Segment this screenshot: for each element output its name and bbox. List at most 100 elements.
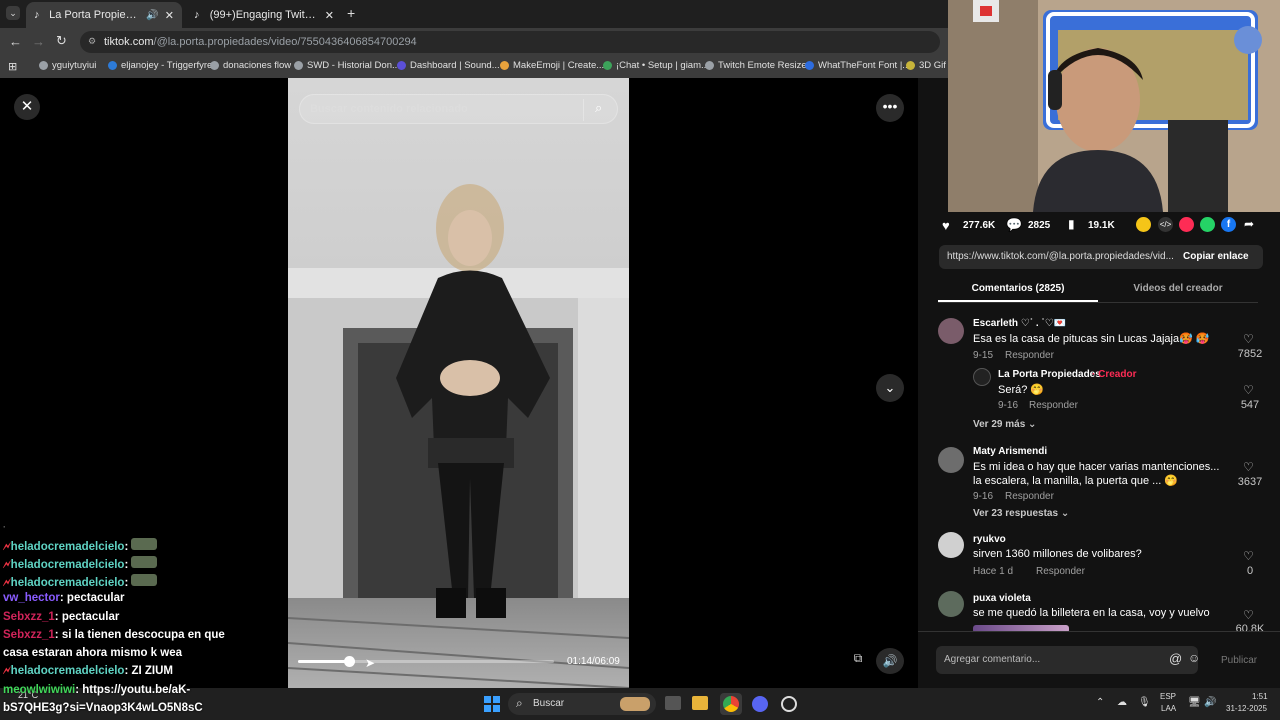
mouse-cursor-icon: ➤: [365, 656, 376, 670]
cloud-icon[interactable]: ☁: [1117, 697, 1127, 708]
bookmark-item[interactable]: MakeEmoji | Create...: [500, 60, 604, 71]
copy-link-button[interactable]: Copiar enlace: [1183, 251, 1249, 262]
tab-title: (99+)Engaging Twitch Clips fro...: [209, 9, 319, 21]
tab-comments[interactable]: Comentarios (2825): [938, 278, 1098, 302]
divider: [938, 302, 1258, 303]
search-icon[interactable]: ⌕: [595, 100, 602, 116]
bookmark-label: SWD - Historial Don...: [307, 60, 400, 71]
avatar[interactable]: [938, 532, 964, 558]
address-bar[interactable]: ⚙ tiktok.com/@la.porta.propiedades/video…: [80, 31, 940, 53]
input-language[interactable]: ESP: [1160, 692, 1176, 701]
new-tab-button[interactable]: +: [347, 5, 355, 21]
chevron-down-icon[interactable]: ⌄: [876, 374, 904, 402]
reply-button[interactable]: Responder: [1005, 491, 1054, 502]
related-search-bar[interactable]: Buscar contenido relacionado ⌕: [299, 94, 618, 124]
coin-icon[interactable]: [1136, 217, 1151, 232]
add-comment-input[interactable]: Agregar comentario... @ ☺: [936, 646, 1200, 674]
chrome-taskbar-button[interactable]: [720, 693, 742, 715]
tab-creator-videos[interactable]: Videos del creador: [1098, 278, 1258, 302]
emote-icon: [131, 538, 158, 550]
comment-author[interactable]: Maty Arismendi: [973, 446, 1047, 457]
volume-icon[interactable]: 🔊: [876, 648, 904, 674]
progress-track[interactable]: [298, 656, 554, 667]
comment-author[interactable]: puxa violeta: [973, 593, 1031, 604]
bookmark-item[interactable]: ¡Chat • Setup | giam...: [603, 60, 709, 71]
heart-icon[interactable]: ♡: [1243, 608, 1254, 622]
bookmark-item[interactable]: yguiytuyiui: [39, 60, 96, 71]
avatar[interactable]: [938, 318, 964, 344]
bookmark-item[interactable]: donaciones flow: [210, 60, 291, 71]
discord-icon[interactable]: [752, 696, 768, 712]
whatsapp-icon[interactable]: [1200, 217, 1215, 232]
chat-message: 🗲heladocremadelcielo: ZI ZIUM: [3, 665, 174, 677]
facebook-icon[interactable]: f: [1221, 217, 1236, 232]
comment-icon[interactable]: 💬: [1006, 217, 1022, 233]
bookmark-item[interactable]: Twitch Emote Resizer: [705, 60, 810, 71]
prime-badge-icon: 🗲: [3, 559, 11, 571]
tab-tiktok[interactable]: ♪ La Porta Propiedades (@la.p... 🔊 ✕: [26, 2, 182, 28]
close-icon[interactable]: ✕: [14, 94, 40, 120]
site-info-icon[interactable]: ⚙: [88, 36, 96, 47]
clock-time[interactable]: 1:51: [1252, 692, 1268, 701]
emote-icon: [131, 574, 158, 586]
avatar[interactable]: [938, 591, 964, 617]
post-comment-button[interactable]: Publicar: [1221, 655, 1257, 666]
taskbar-search[interactable]: ⌕ Buscar: [508, 693, 656, 715]
bookmark-icon[interactable]: ▮: [1068, 217, 1075, 231]
mention-icon[interactable]: @: [1169, 651, 1182, 666]
heart-icon[interactable]: ♥: [942, 218, 950, 233]
tab-search-button[interactable]: ⌄: [6, 6, 20, 20]
heart-icon[interactable]: ♡: [1243, 383, 1254, 397]
send-icon[interactable]: [1179, 217, 1194, 232]
windows-start-icon[interactable]: [484, 696, 500, 712]
file-explorer-icon[interactable]: [692, 696, 708, 710]
view-more-replies[interactable]: Ver 29 más ⌄: [973, 419, 1036, 430]
chat-header: ·: [3, 522, 6, 532]
video-player[interactable]: Buscar contenido relacionado ⌕ 01:14/06:…: [288, 78, 629, 688]
input-layout[interactable]: LAA: [1161, 704, 1176, 713]
globe-icon: [210, 61, 219, 70]
speaker-icon[interactable]: 🔊: [146, 10, 158, 21]
avatar[interactable]: [938, 447, 964, 473]
network-icon[interactable]: 🖥: [1188, 697, 1201, 708]
bookmark-icon: [805, 61, 814, 70]
reply-button[interactable]: Responder: [1005, 350, 1054, 361]
avatar[interactable]: [973, 368, 991, 386]
reload-button[interactable]: ↻: [56, 33, 67, 49]
comment-author[interactable]: ryukvo: [973, 534, 1006, 545]
apps-icon[interactable]: ⊞: [8, 60, 17, 73]
view-more-label: Ver 23 respuestas: [973, 508, 1059, 519]
emoji-icon[interactable]: ☺: [1188, 651, 1200, 665]
pip-icon[interactable]: ⧉: [846, 651, 870, 671]
comment-author[interactable]: La Porta Propiedades: [998, 369, 1101, 380]
view-more-replies[interactable]: Ver 23 respuestas ⌄: [973, 508, 1069, 519]
reply-button[interactable]: Responder: [1029, 400, 1078, 411]
bookmark-item[interactable]: eljanojey - Triggerfyre: [108, 60, 212, 71]
reply-button[interactable]: Responder: [1036, 566, 1085, 577]
close-tab-icon[interactable]: ✕: [325, 9, 334, 22]
heart-icon[interactable]: ♡: [1243, 460, 1254, 474]
tab-twitch-clips[interactable]: ♪ (99+)Engaging Twitch Clips fro... ✕: [186, 2, 342, 28]
comments-list: Escarleth ♡˙ . ˙♡💌 Esa es la casa de pit…: [918, 306, 1280, 631]
bookmark-item[interactable]: SWD - Historial Don...: [294, 60, 400, 71]
video-link[interactable]: https://www.tiktok.com/@la.porta.propied…: [947, 251, 1175, 262]
clock-date[interactable]: 31-12-2025: [1226, 704, 1267, 713]
heart-icon[interactable]: ♡: [1243, 332, 1254, 346]
forward-button[interactable]: →: [32, 34, 45, 49]
save-count: 19.1K: [1088, 220, 1115, 231]
more-options-icon[interactable]: •••: [876, 94, 904, 122]
chat-username: meowlwiwiwi: [3, 684, 76, 696]
task-view-icon[interactable]: [665, 696, 681, 710]
microphone-icon[interactable]: 🎙: [1138, 697, 1151, 708]
share-icon[interactable]: ➦: [1244, 217, 1254, 231]
bookmark-item[interactable]: Dashboard | Sound...: [397, 60, 500, 71]
chevron-up-icon[interactable]: ⌃: [1096, 697, 1104, 708]
close-tab-icon[interactable]: ✕: [165, 9, 174, 22]
embed-icon[interactable]: </>: [1158, 217, 1173, 232]
heart-icon[interactable]: ♡: [1243, 549, 1254, 563]
bookmark-item[interactable]: WhatTheFont Font |...: [805, 60, 910, 71]
back-button[interactable]: ←: [9, 34, 22, 49]
volume-icon[interactable]: 🔊: [1204, 697, 1216, 708]
app-icon[interactable]: [781, 696, 797, 712]
comment-author[interactable]: Escarleth ♡˙ . ˙♡💌: [973, 318, 1066, 329]
